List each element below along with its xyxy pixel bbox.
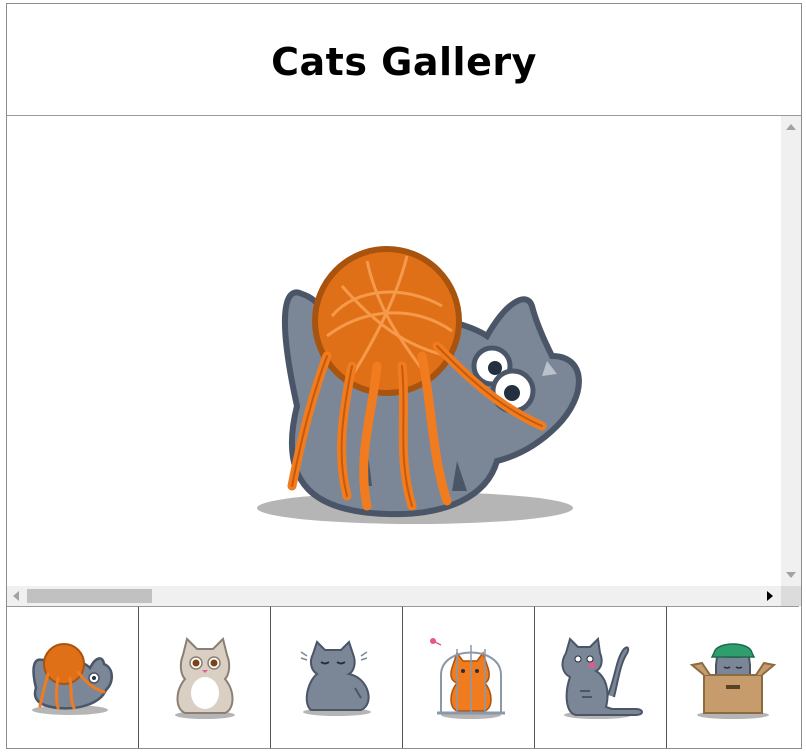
thumbnail-caged-cat[interactable] xyxy=(403,606,535,748)
box-cat-icon xyxy=(689,642,777,719)
vertical-scrollbar[interactable] xyxy=(781,116,801,586)
thumbnail-box-cat[interactable] xyxy=(667,606,799,748)
gallery-frame: Cats Gallery xyxy=(6,3,802,749)
gallery-header: Cats Gallery xyxy=(7,4,801,116)
main-image-viewer[interactable] xyxy=(7,116,801,606)
thumbnail-mouse-cat[interactable] xyxy=(535,606,667,748)
caged-cat-icon xyxy=(429,637,505,719)
sleepy-cat-icon xyxy=(300,639,371,716)
scroll-right-arrow-icon[interactable] xyxy=(767,591,773,601)
scroll-down-arrow-icon[interactable] xyxy=(786,572,796,578)
scroll-up-arrow-icon[interactable] xyxy=(786,124,796,130)
thumbnail-sleepy-cat[interactable] xyxy=(271,606,403,748)
horizontal-scroll-thumb[interactable] xyxy=(27,589,152,603)
mouse-cat-icon xyxy=(561,636,643,719)
page-title: Cats Gallery xyxy=(271,39,537,84)
cat-with-yarn-ball-image xyxy=(257,246,582,524)
scrollbar-corner xyxy=(781,586,801,606)
cream-cat-icon xyxy=(174,636,235,719)
horizontal-scrollbar[interactable] xyxy=(7,586,781,606)
thumbnail-strip xyxy=(7,606,801,748)
yarn-cat-icon xyxy=(31,642,113,715)
scroll-left-arrow-icon[interactable] xyxy=(13,591,19,601)
thumbnail-cream-cat[interactable] xyxy=(139,606,271,748)
thumbnail-yarn-cat[interactable] xyxy=(7,606,139,748)
